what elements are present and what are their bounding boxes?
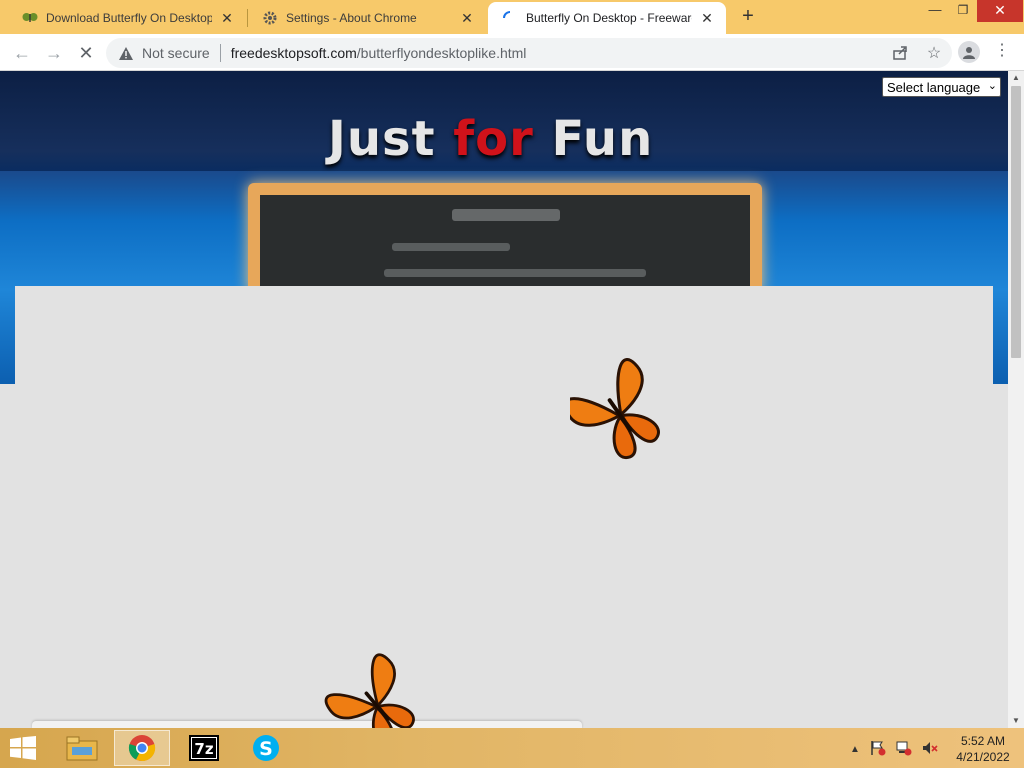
show-hidden-icons-chevron-icon[interactable]: ▲ <box>850 744 860 755</box>
tab-title: Butterfly On Desktop - Freeware <box>526 11 692 25</box>
logo-word-red: for <box>453 111 534 167</box>
file-explorer-icon[interactable] <box>54 730 110 766</box>
butterfly-image[interactable] <box>322 651 432 728</box>
content-panel <box>15 286 993 728</box>
bottom-bar <box>32 721 582 728</box>
butterfly-image[interactable] <box>570 355 670 475</box>
butterfly-favicon-icon <box>22 10 38 26</box>
security-label[interactable]: Not secure <box>142 45 210 61</box>
scrollbar-thumb[interactable] <box>1011 86 1021 358</box>
url-path: /butterflyondesktoplike.html <box>356 45 527 61</box>
system-tray: ▲ <box>850 740 938 759</box>
close-tab-icon[interactable]: ✕ <box>218 10 236 27</box>
action-center-flag-icon[interactable] <box>870 740 886 759</box>
close-window-button[interactable]: ✕ <box>977 0 1023 22</box>
svg-text:S: S <box>259 738 273 760</box>
url-host: freedesktopsoft.com <box>230 45 357 61</box>
browser-toolbar: ← → ✕ Not secure freedesktopsoft.com/but… <box>0 34 1024 71</box>
minimize-button[interactable]: — <box>920 0 950 22</box>
clock-time: 5:52 AM <box>960 734 1006 748</box>
language-select-value: Select language <box>887 79 981 95</box>
profile-avatar-icon[interactable] <box>958 41 980 63</box>
kebab-menu-icon[interactable]: ⋮ <box>994 41 1010 63</box>
tab-strip: Download Butterfly On Desktop - ✕ Settin… <box>0 0 1024 34</box>
windows-taskbar: 7z S ▲ 5:52 AM 4/21/2022 <box>0 728 1024 768</box>
chalkboard-image <box>260 195 750 295</box>
language-select[interactable]: Select language ⌄ <box>882 77 1001 97</box>
share-icon[interactable] <box>890 43 910 63</box>
tab-settings-about-chrome[interactable]: Settings - About Chrome ✕ <box>248 2 486 34</box>
tab-title: Download Butterfly On Desktop - <box>46 11 212 25</box>
stop-loading-icon[interactable]: ✕ <box>72 39 100 67</box>
page-viewport: Just for Fun Select language ⌄ <box>0 71 1008 728</box>
omnibox-divider <box>219 44 221 62</box>
new-tab-button[interactable]: + <box>736 6 760 28</box>
gear-icon <box>262 10 278 26</box>
volume-muted-icon[interactable] <box>922 740 938 759</box>
restore-button[interactable]: ❐ <box>950 0 976 22</box>
logo-word: Just <box>328 111 436 167</box>
vertical-scrollbar[interactable]: ▲ ▼ <box>1008 71 1024 728</box>
tab-download-butterfly[interactable]: Download Butterfly On Desktop - ✕ <box>8 2 246 34</box>
tab-butterfly-freeware-active[interactable]: Butterfly On Desktop - Freeware ✕ <box>488 2 726 34</box>
forward-arrow-icon[interactable]: → <box>40 39 68 67</box>
close-tab-icon[interactable]: ✕ <box>698 10 716 27</box>
warning-triangle-icon[interactable] <box>118 45 134 61</box>
tab-title: Settings - About Chrome <box>286 11 417 25</box>
chevron-down-icon: ⌄ <box>987 80 997 92</box>
address-bar[interactable]: Not secure freedesktopsoft.com/butterfly… <box>106 38 952 68</box>
loading-spinner-icon <box>502 10 518 26</box>
site-logo: Just for Fun <box>328 111 653 167</box>
clock-date: 4/21/2022 <box>956 750 1010 764</box>
scroll-down-arrow-icon[interactable]: ▼ <box>1008 714 1024 728</box>
logo-word: Fun <box>551 111 654 167</box>
back-arrow-icon[interactable]: ← <box>8 39 36 67</box>
chrome-icon[interactable] <box>114 730 170 766</box>
network-icon[interactable] <box>896 740 912 759</box>
blurred-chalk-writing <box>384 209 646 277</box>
svg-text:7z: 7z <box>194 740 213 758</box>
skype-icon[interactable]: S <box>238 730 294 766</box>
bookmark-star-icon[interactable]: ☆ <box>924 43 944 63</box>
scroll-up-arrow-icon[interactable]: ▲ <box>1008 71 1024 85</box>
taskbar-clock[interactable]: 5:52 AM 4/21/2022 <box>948 733 1018 765</box>
url-text[interactable]: freedesktopsoft.com/butterflyondesktopli… <box>231 45 527 61</box>
7zip-icon[interactable]: 7z <box>176 730 232 766</box>
close-tab-icon[interactable]: ✕ <box>458 10 476 27</box>
windows-start-icon[interactable] <box>6 734 40 762</box>
